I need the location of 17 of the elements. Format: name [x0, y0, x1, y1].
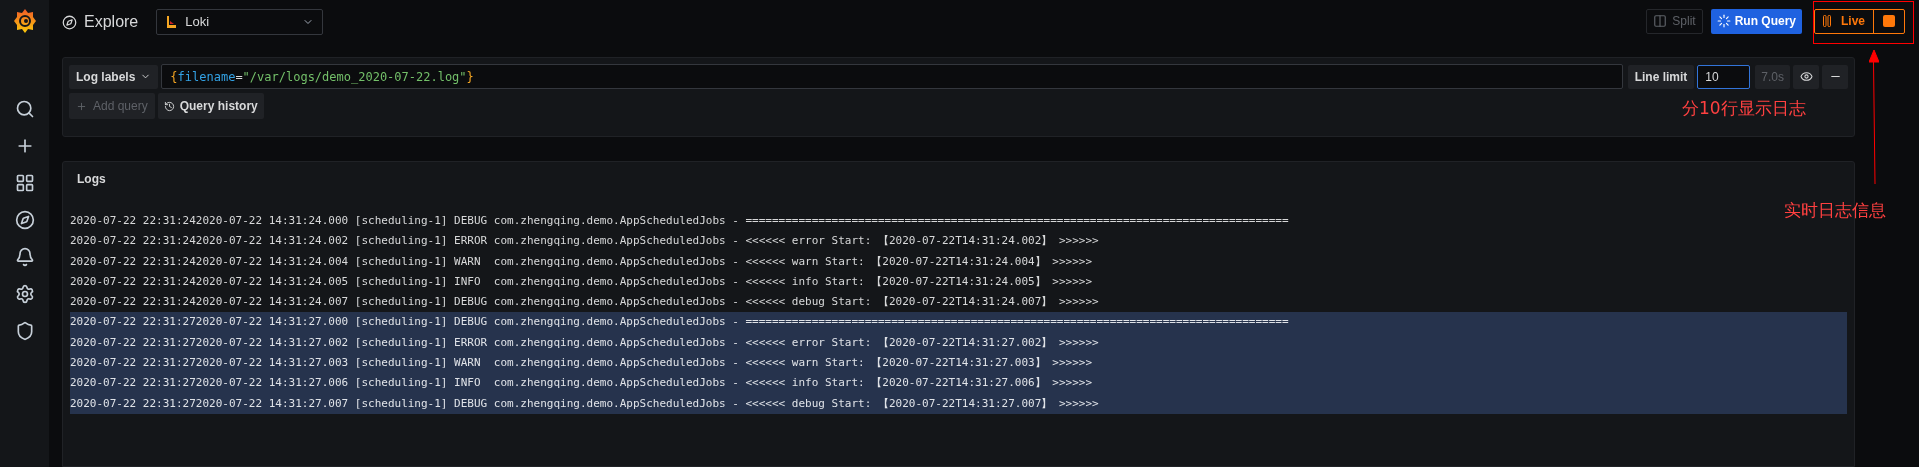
query-history-button[interactable]: Query history — [157, 93, 264, 119]
log-line: 2020-07-22 22:31:242020-07-22 14:31:24.002 [scheduling-1] ERROR com.zhengqing.demo.AppScheduledJobs - <<<<<< error Start: 【2020-07-22T14:31:24.002】 >>>>>> — [70, 233, 1100, 250]
annotation-text: 实时日志信息 — [1784, 199, 1886, 222]
query-field[interactable]: {filename="/var/logs/demo_2020-07-22.log"} — [161, 64, 1623, 89]
line-limit-label: Line limit — [1627, 64, 1695, 89]
run-query-button[interactable]: Run Query — [1710, 8, 1802, 34]
log-line: 2020-07-22 22:31:242020-07-22 14:31:24.007 [scheduling-1] DEBUG com.zhengqing.demo.AppScheduledJobs - <<<<<< debug Start: 【2020-07-22T14:31:24.007】 >>>>>> — [70, 294, 1100, 311]
page-title: Explore — [84, 12, 139, 32]
log-labels-button[interactable]: Log labels — [69, 64, 159, 89]
line-limit-field[interactable]: 10 — [1697, 64, 1751, 89]
datasource-picker[interactable]: Loki — [156, 9, 324, 35]
duration-label: 7.0s — [1755, 64, 1790, 89]
panel-title: Logs — [76, 171, 106, 188]
log-line: 2020-07-22 22:31:242020-07-22 14:31:24.004 [scheduling-1] WARN com.zhengqing.demo.AppScheduledJobs - <<<<<< warn Start: 【2020-07-22T14:31:24.004】 >>>>>> — [70, 253, 1093, 270]
log-line: 2020-07-22 22:31:242020-07-22 14:31:24.005 [scheduling-1] INFO com.zhengqing.demo.AppScheduledJobs - <<<<<< info Start: 【2020-07-22T14:31:24.005】 >>>>>> — [70, 273, 1093, 290]
annotation-text: 分10行显示日志 — [1682, 97, 1806, 120]
log-line: 2020-07-22 22:31:242020-07-22 14:31:24.000 [scheduling-1] DEBUG com.zhengqing.demo.AppScheduledJobs - ================================================================================== — [70, 213, 1290, 229]
